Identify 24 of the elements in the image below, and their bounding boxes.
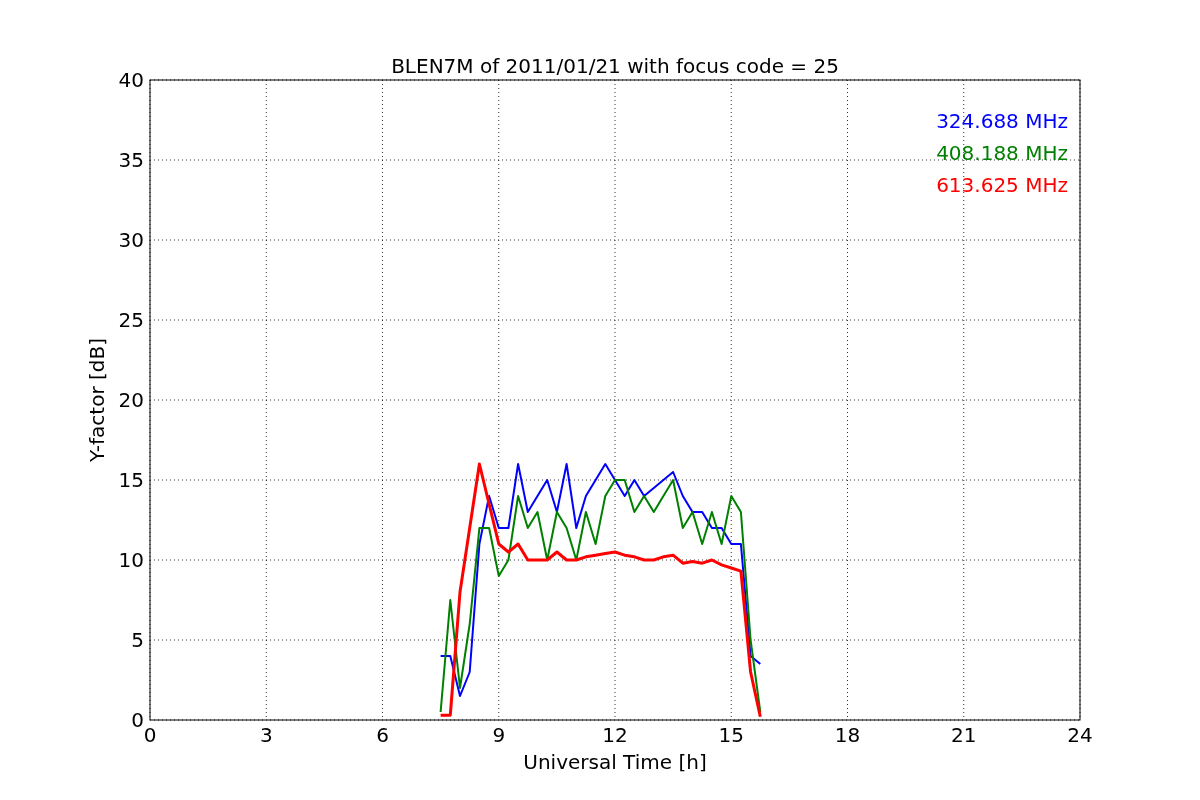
chart-title: BLEN7M of 2011/01/21 with focus code = 25	[391, 54, 839, 78]
y-tick-label: 0	[131, 708, 144, 732]
y-tick-label: 15	[118, 468, 144, 492]
y-tick-label: 30	[118, 228, 144, 252]
legend-label: 613.625 MHz	[936, 173, 1068, 197]
x-tick-label: 12	[602, 723, 628, 747]
x-axis-label: Universal Time [h]	[523, 750, 707, 774]
x-tick-label: 6	[376, 723, 389, 747]
x-tick-label: 24	[1067, 723, 1093, 747]
y-tick-label: 35	[118, 148, 144, 172]
legend-label: 324.688 MHz	[936, 109, 1068, 133]
x-tick-label: 9	[492, 723, 506, 747]
y-tick-label: 5	[131, 628, 144, 652]
y-tick-label: 25	[118, 308, 144, 332]
x-tick-label: 18	[834, 723, 861, 747]
y-axis-label: Y-factor [dB]	[85, 338, 109, 462]
y-tick-label: 20	[118, 388, 144, 412]
x-tick-label: 3	[259, 723, 273, 747]
x-tick-label: 15	[718, 723, 744, 747]
x-tick-label: 0	[143, 723, 157, 747]
y-tick-label: 10	[118, 548, 144, 572]
y-tick-label: 40	[118, 68, 144, 92]
x-tick-label: 21	[951, 723, 977, 747]
legend-label: 408.188 MHz	[936, 141, 1068, 165]
